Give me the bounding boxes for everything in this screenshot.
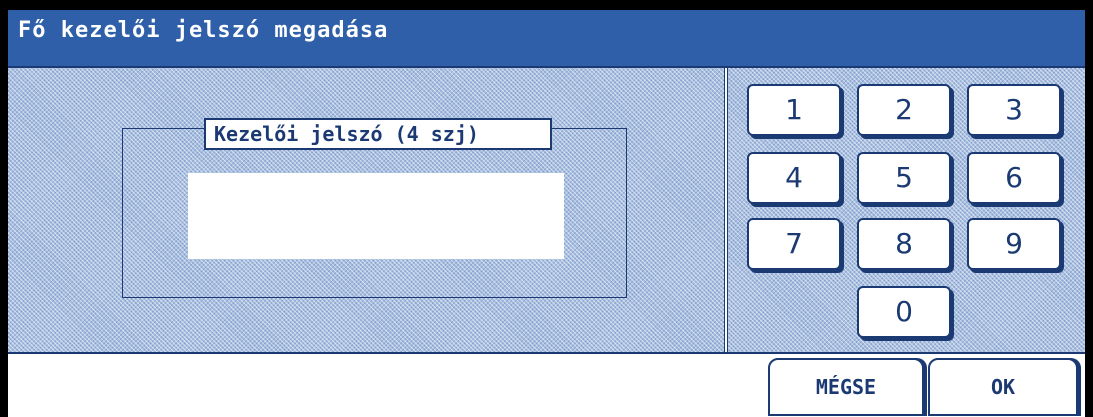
keypad-key-9[interactable]: 9 xyxy=(967,218,1061,270)
password-field[interactable] xyxy=(188,173,564,259)
keypad-key-7[interactable]: 7 xyxy=(747,218,841,270)
keypad-key-5[interactable]: 5 xyxy=(857,152,951,204)
keypad-key-1[interactable]: 1 xyxy=(747,84,841,136)
keypad-key-3[interactable]: 3 xyxy=(967,84,1061,136)
dialog-title: Fő kezelői jelszó megadása xyxy=(18,18,389,43)
bottom-divider xyxy=(8,352,1085,354)
keypad-key-0[interactable]: 0 xyxy=(857,286,951,338)
keypad-key-4[interactable]: 4 xyxy=(747,152,841,204)
keypad-key-8[interactable]: 8 xyxy=(857,218,951,270)
cancel-button[interactable]: MÉGSE xyxy=(768,358,924,416)
title-bar: Fő kezelői jelszó megadása xyxy=(8,10,1085,68)
keypad-key-6[interactable]: 6 xyxy=(967,152,1061,204)
keypad-key-2[interactable]: 2 xyxy=(857,84,951,136)
password-dialog: Fő kezelői jelszó megadása Kezelői jelsz… xyxy=(8,10,1085,417)
password-group-label: Kezelői jelszó (4 szj) xyxy=(204,118,552,150)
ok-button[interactable]: OK xyxy=(928,358,1078,416)
